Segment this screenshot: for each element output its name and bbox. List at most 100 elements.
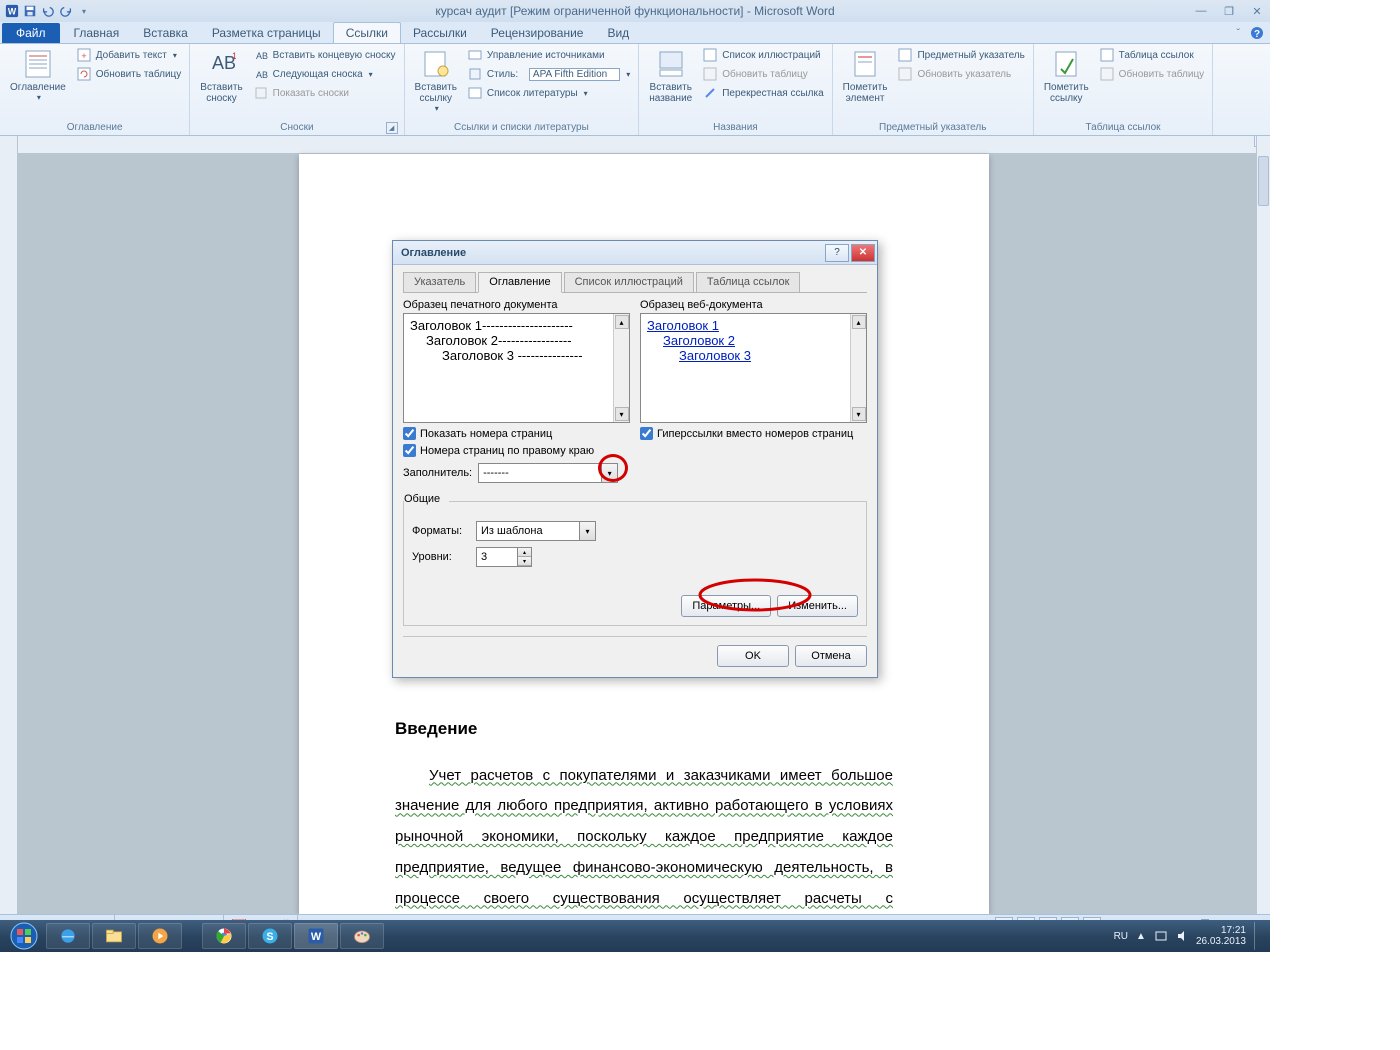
mark-index-entry-button[interactable]: Пометитьэлемент [839,46,892,121]
spinner-up-icon[interactable]: ▴ [518,548,531,557]
next-footnote-button[interactable]: ABСледующая сноска▾ [251,65,398,83]
tab-layout[interactable]: Разметка страницы [200,23,333,43]
tab-mailings[interactable]: Рассылки [401,23,479,43]
modify-button[interactable]: Изменить... [777,595,858,617]
tray-network-icon[interactable] [1154,930,1168,942]
ruler-vertical[interactable] [0,136,18,914]
web-preview-label: Образец веб-документа [640,299,867,311]
chk-hyperlinks[interactable] [640,427,653,440]
dialog-help-icon[interactable]: ? [825,244,849,262]
taskbar-ie-icon[interactable] [46,923,90,949]
chk-right-align-label: Номера страниц по правому краю [420,445,594,457]
insert-toa-button[interactable]: Таблица ссылок [1097,46,1207,64]
update-tof-button[interactable]: Обновить таблицу [700,65,825,83]
close-icon[interactable]: ✕ [1248,3,1266,19]
footnotes-launcher-icon[interactable]: ◢ [386,122,398,134]
taskbar-explorer-icon[interactable] [92,923,136,949]
tab-file[interactable]: Файл [2,23,60,43]
toc-button[interactable]: Оглавление▾ [6,46,70,121]
bibliography-button[interactable]: Список литературы▾ [465,84,632,102]
save-icon[interactable] [22,3,38,19]
cancel-button[interactable]: Отмена [795,645,867,667]
system-tray: RU ▲ 17:2126.03.2013 [1114,922,1266,950]
redo-icon[interactable] [58,3,74,19]
tab-view[interactable]: Вид [595,23,641,43]
chevron-down-icon[interactable]: ▾ [579,522,595,540]
ruler-horizontal[interactable] [18,136,1256,154]
taskbar-paint-icon[interactable] [340,923,384,949]
insert-index-button[interactable]: Предметный указатель [895,46,1026,64]
svg-text:1: 1 [232,51,236,61]
qat-dropdown-icon[interactable]: ▾ [76,3,92,19]
manage-sources-button[interactable]: Управление источниками [465,46,632,64]
table-of-figures-button[interactable]: Список иллюстраций [700,46,825,64]
scrollbar-thumb[interactable] [1258,156,1269,206]
dialog-tab-toc[interactable]: Оглавление [478,272,561,293]
mark-citation-button[interactable]: Пометитьссылку [1040,46,1093,121]
taskbar: S W RU ▲ 17:2126.03.2013 [0,920,1270,952]
preview-scroll-up-icon[interactable]: ▴ [615,315,629,329]
chk-show-pages[interactable] [403,427,416,440]
levels-spinner[interactable]: 3▴▾ [476,547,532,567]
leader-combo[interactable]: -------▾ [478,463,618,483]
ok-button[interactable]: OK [717,645,789,667]
dialog-tab-tof[interactable]: Список иллюстраций [564,272,694,293]
cross-reference-button[interactable]: Перекрестная ссылка [700,84,825,102]
svg-text:?: ? [1254,29,1260,40]
group-authorities: Пометитьссылку Таблица ссылок Обновить т… [1034,44,1213,135]
taskbar-skype-icon[interactable]: S [248,923,292,949]
taskbar-media-icon[interactable] [138,923,182,949]
start-button[interactable] [4,922,44,950]
show-footnotes-button[interactable]: Показать сноски [251,84,398,102]
chk-right-align[interactable] [403,444,416,457]
tab-home[interactable]: Главная [62,23,132,43]
window-controls: — ❐ ✕ [1192,3,1266,19]
formats-combo[interactable]: Из шаблона▾ [476,521,596,541]
add-text-button[interactable]: +Добавить текст▾ [74,46,184,64]
update-index-button[interactable]: Обновить указатель [895,65,1026,83]
tray-flag-icon[interactable]: ▲ [1136,931,1146,942]
update-toc-button[interactable]: Обновить таблицу [74,65,184,83]
leader-label: Заполнитель: [403,467,472,479]
chevron-down-icon[interactable]: ▾ [601,464,617,482]
web-preview: Заголовок 1 Заголовок 2 Заголовок 3 ▴▾ [640,313,867,423]
spinner-down-icon[interactable]: ▾ [518,557,531,566]
window-title: курсач аудит [Режим ограниченной функцио… [435,4,834,18]
preview-scroll-up-icon[interactable]: ▴ [852,315,866,329]
insert-citation-button[interactable]: Вставитьссылку▾ [411,46,461,121]
insert-caption-button[interactable]: Вставитьназвание [645,46,696,121]
restore-icon[interactable]: ❐ [1220,3,1238,19]
chk-hyperlinks-label: Гиперссылки вместо номеров страниц [657,428,853,440]
toc-dialog: Оглавление ? ✕ Указатель Оглавление Спис… [392,240,878,678]
tab-insert[interactable]: Вставка [131,23,200,43]
tray-lang[interactable]: RU [1114,931,1128,942]
dialog-tab-toa[interactable]: Таблица ссылок [696,272,801,293]
svg-text:+: + [81,51,86,61]
params-button[interactable]: Параметры... [681,595,771,617]
insert-footnote-button[interactable]: AB1 Вставитьсноску [196,46,246,121]
tab-review[interactable]: Рецензирование [479,23,596,43]
undo-icon[interactable] [40,3,56,19]
ribbon-minimize-icon[interactable]: ˇ [1237,28,1240,39]
help-icon[interactable]: ? [1250,26,1264,40]
dialog-tab-index[interactable]: Указатель [403,272,476,293]
update-toa-button[interactable]: Обновить таблицу [1097,65,1207,83]
dialog-close-icon[interactable]: ✕ [851,244,875,262]
tray-sound-icon[interactable] [1176,930,1188,942]
taskbar-word-icon[interactable]: W [294,923,338,949]
preview-scroll-down-icon[interactable]: ▾ [852,407,866,421]
preview-scroll-down-icon[interactable]: ▾ [615,407,629,421]
scrollbar-vertical[interactable] [1256,136,1270,914]
taskbar-chrome-icon[interactable] [202,923,246,949]
show-desktop-button[interactable] [1254,922,1260,950]
insert-endnote-button[interactable]: ABВставить концевую сноску [251,46,398,64]
dialog-titlebar[interactable]: Оглавление ? ✕ [393,241,877,265]
levels-label: Уровни: [412,551,470,563]
ribbon: Оглавление▾ +Добавить текст▾ Обновить та… [0,44,1270,136]
tab-references[interactable]: Ссылки [333,22,401,43]
svg-text:S: S [266,931,273,943]
style-dropdown[interactable]: Стиль: APA Fifth Edition▾ [465,65,632,83]
tray-clock[interactable]: 17:2126.03.2013 [1196,925,1246,947]
minimize-icon[interactable]: — [1192,3,1210,19]
svg-text:AB: AB [256,51,268,61]
